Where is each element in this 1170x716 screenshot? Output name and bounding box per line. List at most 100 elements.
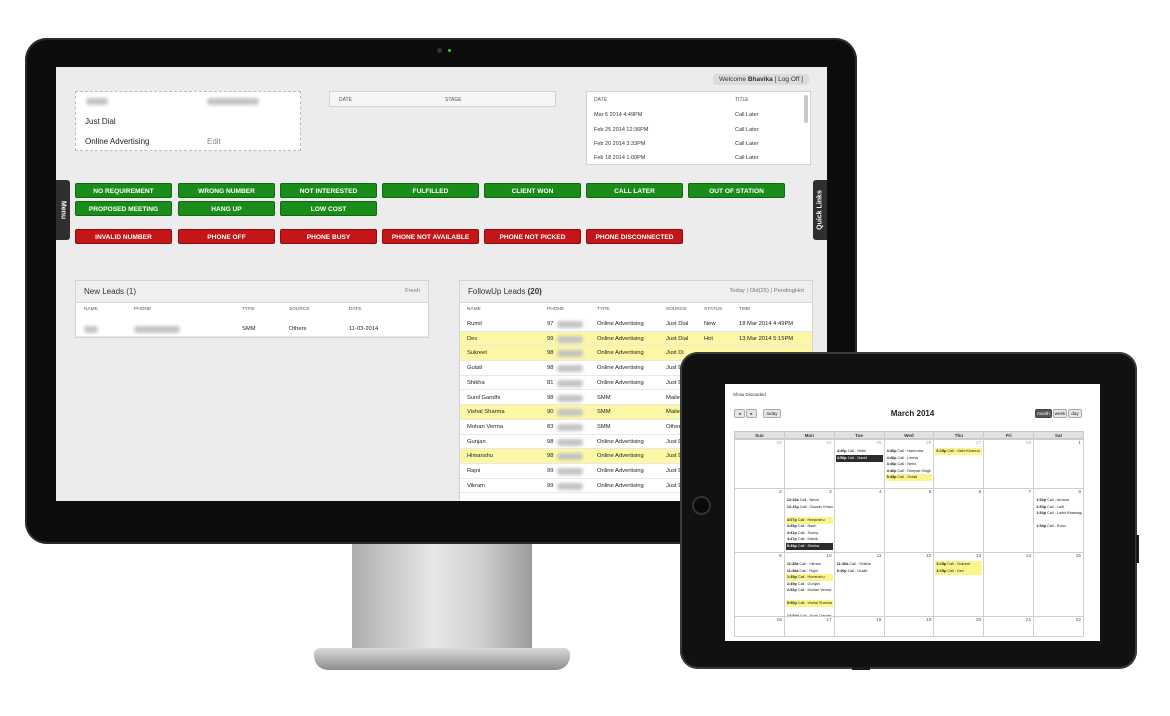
followup-lead-row[interactable]: Dev 99 Online Advertising Just Dial Hot 13 Ma… (460, 331, 812, 347)
followup-lead-type: Online Advertising (597, 321, 644, 327)
month-view-button[interactable]: month (1035, 409, 1052, 418)
calendar-day-cell[interactable]: 1 (1033, 439, 1084, 489)
lead-name-redacted (84, 326, 98, 333)
calendar-day-cell[interactable]: 4 (833, 488, 885, 553)
fresh-link[interactable]: Fresh (405, 288, 420, 294)
schedule-scrollbar[interactable] (804, 95, 808, 123)
calendar-event[interactable]: 6:15p Call : Vidhi Khanna (935, 448, 983, 455)
followup-lead-name: Gulati (467, 365, 483, 372)
calendar-event[interactable]: 6:40p Call : Gulati (836, 568, 883, 575)
followup-lead-phone: 98 (547, 365, 554, 372)
event-title: Call : Gulati (897, 475, 918, 479)
invalid-number-button[interactable]: INVALID NUMBER (75, 229, 172, 244)
phone-off-button[interactable]: PHONE OFF (178, 229, 275, 244)
day-number: 3 (829, 490, 832, 495)
calendar-day-cell[interactable]: 26 4:46p Call : Narendra 4:46p Call : Leen… (883, 439, 935, 489)
phone-not-picked-button[interactable]: PHONE NOT PICKED (484, 229, 581, 244)
calendar-day-cell[interactable]: 13 3:15p Call : Sukreet 3:15p Call : Dev (933, 552, 985, 617)
week-view-button[interactable]: week (1053, 409, 1067, 418)
low-cost-button[interactable]: LOW COST (280, 201, 377, 216)
followup-lead-name: Gunjan (467, 438, 486, 445)
schedule-row[interactable]: Feb 18 2014 1:00PM Call Later (594, 155, 800, 168)
proposed-meeting-button[interactable]: PROPOSED MEETING (75, 201, 172, 216)
schedule-row[interactable]: Feb 25 2014 12:36PM Call Later (594, 127, 800, 140)
calendar-day-cell[interactable]: 21 (983, 616, 1035, 637)
calendar-day-cell[interactable]: 16 (734, 616, 785, 637)
calendar-day-cell[interactable]: 7 (983, 488, 1035, 553)
day-number: 10 (826, 554, 832, 559)
calendar-day-cell[interactable]: 20 (933, 616, 985, 637)
calendar-day-cell[interactable]: 25 4:46p Call : Nidhi 4:50p Call : David (833, 439, 885, 489)
calendar-day-cell[interactable]: 23 (734, 439, 785, 489)
hang-up-button[interactable]: HANG UP (178, 201, 275, 216)
calendar-event[interactable]: 5:50p Call : Vishal Sharma (785, 600, 833, 607)
schedule-row[interactable]: Mar 5 2014 4:49PM Call Later (594, 112, 800, 125)
event-time: 11:36a (786, 568, 799, 573)
phone-busy-button[interactable]: PHONE BUSY (280, 229, 377, 244)
schedule-title: Call Later (735, 155, 759, 161)
ipad-bottom-button (852, 667, 870, 670)
call-later-button[interactable]: CALL LATER (586, 183, 683, 198)
calendar-day-cell[interactable]: 8 1:52p Call : Arnaud 1:53p Call : Lalit 1:… (1033, 488, 1084, 553)
schedule-title: Call Later (735, 141, 759, 147)
followup-lead-type: Online Advertising (597, 453, 644, 460)
new-lead-row[interactable]: SMM Others 11-03-2014 (76, 322, 428, 337)
logoff-link[interactable]: [ Log Off ] (775, 76, 803, 83)
followup-lead-source: Just Dial (666, 321, 689, 327)
calendar-day-cell[interactable]: 9 (734, 552, 785, 617)
schedule-row[interactable]: Feb 20 2014 3:33PM Call Later (594, 141, 800, 154)
calendar-event[interactable]: 4:50p Call : David (835, 454, 883, 462)
phone-disconnected-button[interactable]: PHONE DISCONNECTED (586, 229, 683, 244)
calendar-day-cell[interactable]: 19 (883, 616, 935, 637)
calendar-event[interactable]: 5:46p Call : Shekar (785, 542, 833, 550)
phone-not-available-button[interactable]: PHONE NOT AVAILABLE (382, 229, 479, 244)
wrong-number-button[interactable]: WRONG NUMBER (178, 183, 275, 198)
filter-pending-hot[interactable]: PendingHot (774, 288, 804, 294)
calendar-day-cell[interactable]: 14 (983, 552, 1035, 617)
calendar-day-cell[interactable]: 3 12:32a Call : Nevin 12:41p Call : Gaurav… (783, 488, 835, 553)
fulfilled-button[interactable]: FULFILLED (382, 183, 479, 198)
calendar-day-cell[interactable]: 28 (983, 439, 1035, 489)
calendar-day-cell[interactable]: 24 (783, 439, 835, 489)
calendar-event[interactable]: 1:54p Call : Lalbir Bhatnagar Singh (1035, 510, 1082, 517)
filter-old[interactable]: Old(25) (750, 288, 769, 294)
show-discarded-toggle[interactable]: Show Discarded (733, 392, 766, 397)
calendar-day-cell[interactable]: 11 11:36a Call : Shikha 6:40p Call : Gulat… (833, 552, 885, 617)
client-won-button[interactable]: CLIENT WON (484, 183, 581, 198)
col-name: NAME (467, 307, 481, 312)
filter-today[interactable]: Today (729, 288, 744, 294)
day-view-button[interactable]: day (1068, 409, 1082, 418)
calendar-event[interactable]: 3:15p Call : Dev (935, 567, 983, 575)
event-title: Call : Gulati (847, 568, 868, 573)
calendar-day-cell[interactable]: 12 (883, 552, 935, 617)
calendar-day-cell[interactable]: 5 (883, 488, 935, 553)
calendar-day-cell[interactable]: 10 11:35a Call : Vikram 11:36a Call : Rajn… (783, 552, 835, 618)
followup-lead-type: Online Advertising (597, 438, 644, 445)
calendar-event[interactable]: 1:54p Call : Kohu (1035, 523, 1082, 530)
lead-phone-redacted (207, 98, 259, 105)
calendar-day-cell[interactable]: 18 (833, 616, 885, 637)
calendar-day-cell[interactable]: 6 (933, 488, 985, 553)
calendar-event[interactable]: 2:52p Call : Mohan Verma (786, 587, 833, 594)
calendar-day-cell[interactable]: 17 (783, 616, 835, 637)
edit-link[interactable]: Edit (207, 137, 221, 146)
calendar-day-cell[interactable]: 22 (1033, 616, 1084, 637)
calendar-day-cell[interactable]: 27 6:15p Call : Vidhi Khanna (933, 439, 985, 489)
schedule-date: Feb 18 2014 1:00PM (594, 155, 646, 161)
event-title: Call : David (847, 455, 868, 460)
quick-links-tab[interactable]: Quick Links (813, 180, 827, 240)
followup-lead-row[interactable]: Rumil 97 Online Advertising Just Dial New 18 … (460, 317, 812, 332)
out-of-station-button[interactable]: OUT OF STATION (688, 183, 785, 198)
day-number: 2 (779, 490, 782, 495)
calendar-event[interactable]: 12:41p Call : Gaurav Khanna (786, 504, 833, 511)
calendar-day-cell[interactable]: 15 (1033, 552, 1084, 617)
calendar-day-cell[interactable]: 2 (734, 488, 785, 553)
col-phone: PHONE (134, 307, 152, 312)
day-number: 19 (926, 618, 932, 623)
event-title: Call : Arnaud (1047, 498, 1069, 502)
followup-lead-source: Just Dial (666, 335, 689, 342)
calendar-event[interactable]: 5:45p Call : Gulati (885, 474, 933, 481)
no-requirement-button[interactable]: NO REQUIREMENT (75, 183, 172, 198)
menu-tab[interactable]: Menu (56, 180, 70, 240)
not-interested-button[interactable]: NOT INTERESTED (280, 183, 377, 198)
